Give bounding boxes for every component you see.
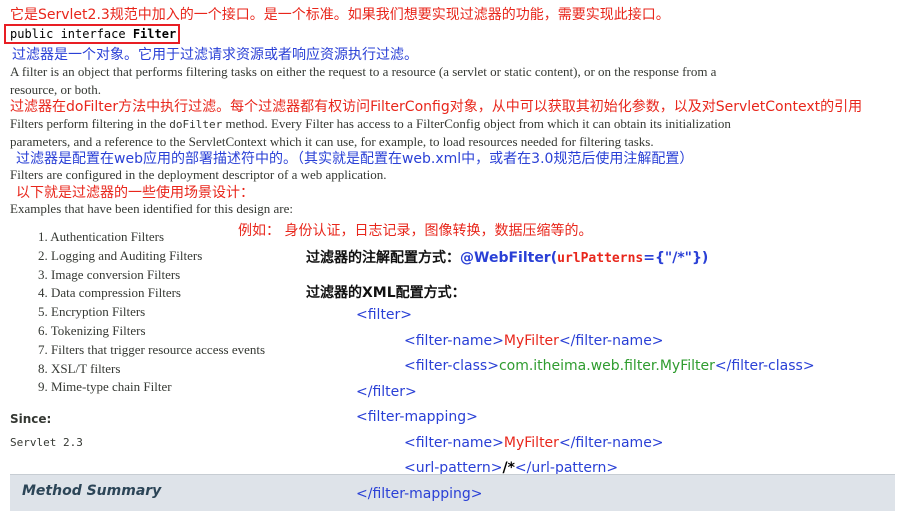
xml-tag: </filter-name> (558, 435, 664, 451)
xml-filter-mapping-close: </filter-mapping> (356, 486, 483, 502)
xml-filter-class-value: com.itheima.web.filter.MyFilter (498, 358, 715, 374)
list-item: 1. Authentication Filters (38, 229, 165, 244)
since-value: Servlet 2.3 (10, 436, 83, 449)
xml-filter-close: </filter> (356, 384, 417, 400)
xml-filter-open: <filter> (356, 307, 413, 323)
xml-tag: <filter-name> (404, 435, 504, 451)
webfilter-annotation: @WebFilter( (460, 250, 558, 266)
xml-config-label: 过滤器的XML配置方式： (306, 285, 466, 301)
examples-list: 1. Authentication Filters 2. Logging and… (38, 228, 265, 397)
example-note: 例如： 身份认证，日志记录，图像转换，数据压缩等的。 (238, 223, 593, 239)
url-patterns-value: ={"/*"}) (643, 250, 709, 266)
intro-note: 它是Servlet2.3规范中加入的一个接口。是一个标准。如果我们想要实现过滤器… (10, 7, 670, 23)
xml-tag: <filter-name> (404, 333, 504, 349)
signature-name: Filter (132, 27, 177, 41)
xml-tag: </filter-class> (714, 358, 815, 374)
xml-tag: <filter-class> (404, 358, 499, 374)
since-label: Since: (10, 412, 52, 426)
list-item: 8. XSL/T filters (38, 360, 121, 376)
dofilter-code: doFilter (169, 118, 223, 131)
list-item: 5. Encryption Filters (38, 304, 146, 320)
list-item: 9. Mime-type chain Filter (38, 379, 172, 395)
interface-signature: public interface Filter (10, 27, 176, 41)
xml-filter-name-value: MyFilter (503, 333, 559, 349)
doc-para4: Examples that have been identified for t… (10, 201, 294, 216)
doc-para1-line1: A filter is an object that performs filt… (10, 64, 717, 79)
xml-mapping-name-value: MyFilter (503, 435, 559, 451)
list-item: 4. Data compression Filters (38, 285, 181, 301)
list-item: 3. Image conversion Filters (38, 266, 181, 282)
xml-mapping-name-line: <filter-name>MyFilter</filter-name> (404, 435, 664, 451)
dofilter-note: 过滤器在doFilter方法中执行过滤。每个过滤器都有权访问FilterConf… (10, 99, 863, 115)
doc-para2-text-b: method. Every Filter has access to a Fil… (222, 116, 731, 131)
xml-tag: </filter-name> (558, 333, 664, 349)
annotation-config-label: 过滤器的注解配置方式： (306, 250, 460, 266)
doc-para2-text-a: Filters perform filtering in the (10, 116, 170, 131)
list-item: 6. Tokenizing Filters (38, 322, 146, 338)
object-note: 过滤器是一个对象。它用于过滤请求资源或者响应资源执行过滤。 (12, 47, 418, 63)
xml-filter-mapping-open: <filter-mapping> (356, 409, 478, 425)
list-item: 7. Filters that trigger resource access … (38, 341, 266, 357)
signature-prefix: public interface (10, 27, 133, 41)
method-summary-title: Method Summary (22, 483, 162, 499)
list-item: 2. Logging and Auditing Filters (38, 247, 203, 263)
doc-para2-line1: Filters perform filtering in the doFilte… (10, 114, 731, 134)
xml-filter-name-line: <filter-name>MyFilter</filter-name> (404, 333, 664, 349)
xml-filter-class-line: <filter-class>com.itheima.web.filter.MyF… (404, 358, 815, 374)
url-patterns-param: urlPatterns (557, 251, 644, 266)
annotation-config-line: 过滤器的注解配置方式：@WebFilter(urlPatterns={"/*"}… (306, 247, 708, 267)
